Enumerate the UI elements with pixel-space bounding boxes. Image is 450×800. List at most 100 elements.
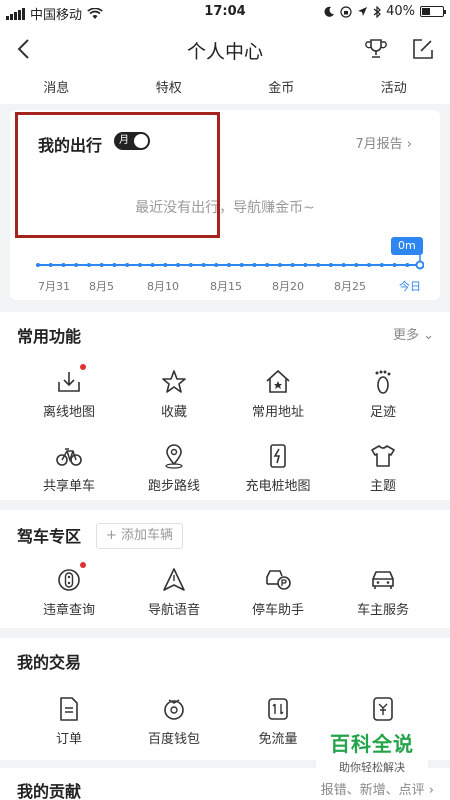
timeline-day-point: [112, 263, 117, 267]
notification-dot: [80, 364, 86, 370]
footprint-icon: [375, 370, 391, 394]
location-arrow-icon: [358, 7, 368, 16]
offline-map-item[interactable]: 离线地图: [14, 364, 124, 420]
monthly-report-link[interactable]: 7月报告 ›: [355, 133, 412, 152]
trophy-icon[interactable]: [364, 38, 388, 60]
timeline-day-point: [316, 263, 321, 267]
watermark-subtitle: 助你轻松解决: [339, 761, 405, 774]
timeline-day-point: [379, 263, 384, 267]
item-label: 主题: [369, 479, 396, 494]
timeline-day-point: [405, 263, 410, 267]
more-label: 更多: [392, 328, 419, 343]
notification-dot: [80, 562, 86, 568]
contribution-links[interactable]: 报错、新增、点评 ›: [321, 779, 434, 798]
order-icon: [60, 697, 78, 721]
timeline-day-point: [214, 263, 219, 267]
watermark: 百科全说 助你轻松解决: [316, 722, 428, 780]
plus-icon: +: [106, 528, 122, 543]
more-button[interactable]: 更多 ⌄: [393, 324, 434, 343]
favorites-item[interactable]: 收藏: [119, 368, 229, 420]
timeline-day-point: [392, 263, 397, 267]
timeline-date: 8月5: [89, 280, 114, 293]
status-bar: 中国移动 17:04 40%: [0, 0, 450, 24]
timeline-day-point: [277, 263, 282, 267]
section-title: 驾车专区: [17, 527, 82, 546]
footprint-item[interactable]: 足迹: [328, 368, 438, 420]
item-label: 常用地址: [251, 405, 304, 420]
charging-map-item[interactable]: 充电桩地图: [223, 442, 333, 494]
tab-messages[interactable]: 消息: [0, 74, 113, 104]
timeline-day-point: [163, 263, 168, 267]
shared-bike-item[interactable]: 共享单车: [14, 442, 124, 494]
star-icon: [162, 370, 186, 393]
timeline-day-point: [341, 263, 346, 267]
car-icon: [372, 571, 394, 589]
chevron-down-icon: ⌄: [423, 328, 434, 343]
charging-icon: [270, 444, 286, 468]
timeline-day-point: [252, 263, 257, 267]
timeline-day-point: [74, 263, 79, 267]
add-car-button[interactable]: + 添加车辆: [96, 523, 184, 549]
timeline-day-point: [328, 263, 333, 267]
timeline-day-point: [176, 263, 181, 267]
section-title: 常用功能: [17, 327, 82, 346]
location-pin-icon: [165, 444, 183, 469]
tab-privileges[interactable]: 特权: [113, 74, 226, 104]
timeline-date: 7月31: [38, 280, 70, 293]
timeline-date: 8月15: [210, 280, 242, 293]
contribution-label: 报错、新增、点评: [320, 783, 425, 798]
tab-coins[interactable]: 金币: [225, 74, 338, 104]
item-label: 违章查询: [42, 603, 95, 618]
moon-icon: [324, 6, 335, 17]
section-title: 我的贡献: [17, 782, 82, 800]
item-label: 百度钱包: [147, 732, 200, 747]
tshirt-icon: [371, 445, 395, 467]
tab-activities[interactable]: 活动: [338, 74, 450, 104]
timeline-date: 8月10: [147, 280, 179, 293]
timeline-day-point: [265, 263, 270, 267]
timeline-day-point: [36, 263, 40, 267]
violation-query-item[interactable]: 违章查询: [14, 562, 124, 618]
highlight-annotation-box: [15, 112, 220, 238]
nav-voice-icon: [163, 568, 185, 591]
order-item[interactable]: 订单: [14, 695, 124, 747]
timeline-day-point: [303, 263, 308, 267]
chevron-right-icon: ›: [406, 137, 412, 152]
owner-service-item[interactable]: 车主服务: [328, 566, 438, 618]
item-label: 充电桩地图: [245, 479, 311, 494]
parking-icon: [266, 570, 291, 590]
timeline-day-point: [48, 263, 53, 267]
running-route-item[interactable]: 跑步路线: [119, 442, 229, 494]
driving-zone-section: 驾车专区 + 添加车辆 违章查询 导航语音 停车助手 车主服务: [0, 510, 450, 628]
timeline-date: 8月25: [334, 280, 366, 293]
top-tabs: 消息 特权 金币 活动: [0, 74, 450, 104]
item-label: 足迹: [369, 405, 396, 420]
theme-item[interactable]: 主题: [328, 442, 438, 494]
item-label: 共享单车: [42, 479, 95, 494]
nav-voice-item[interactable]: 导航语音: [119, 566, 229, 618]
chevron-right-icon: ›: [428, 783, 434, 798]
timeline-date-today: 今日: [399, 280, 421, 293]
timeline-day-point: [239, 263, 244, 267]
timeline-day-point: [86, 263, 91, 267]
timeline-day-point: [201, 263, 206, 267]
common-address-item[interactable]: 常用地址: [223, 368, 333, 420]
item-label: 收藏: [160, 405, 187, 420]
timeline-day-point: [61, 263, 66, 267]
trip-card[interactable]: 我的出行 月 7月报告 › 最近没有出行，导航赚金币~ 0m 7月31 8月5 …: [10, 110, 440, 300]
timeline-day-point: [188, 263, 193, 267]
baidu-wallet-item[interactable]: 百度钱包: [119, 695, 229, 747]
item-label: 车主服务: [356, 603, 409, 618]
item-label: 停车助手: [251, 603, 304, 618]
timeline-date: 8月20: [272, 280, 304, 293]
item-label: 跑步路线: [147, 479, 200, 494]
timeline-dates: 7月31 8月5 8月10 8月15 8月20 8月25 今日: [34, 278, 424, 293]
parking-assistant-item[interactable]: 停车助手: [223, 566, 333, 618]
common-functions-section: 常用功能 更多 ⌄ 离线地图 收藏 常用地址 足迹 共享单车 跑步路线 充电桩地…: [0, 312, 450, 500]
timeline-day-point: [227, 263, 231, 267]
edit-icon[interactable]: [412, 38, 434, 60]
violation-icon: [58, 569, 80, 591]
timeline-day-point: [125, 263, 130, 267]
coupon-icon: [373, 697, 393, 721]
download-icon: [58, 372, 80, 392]
